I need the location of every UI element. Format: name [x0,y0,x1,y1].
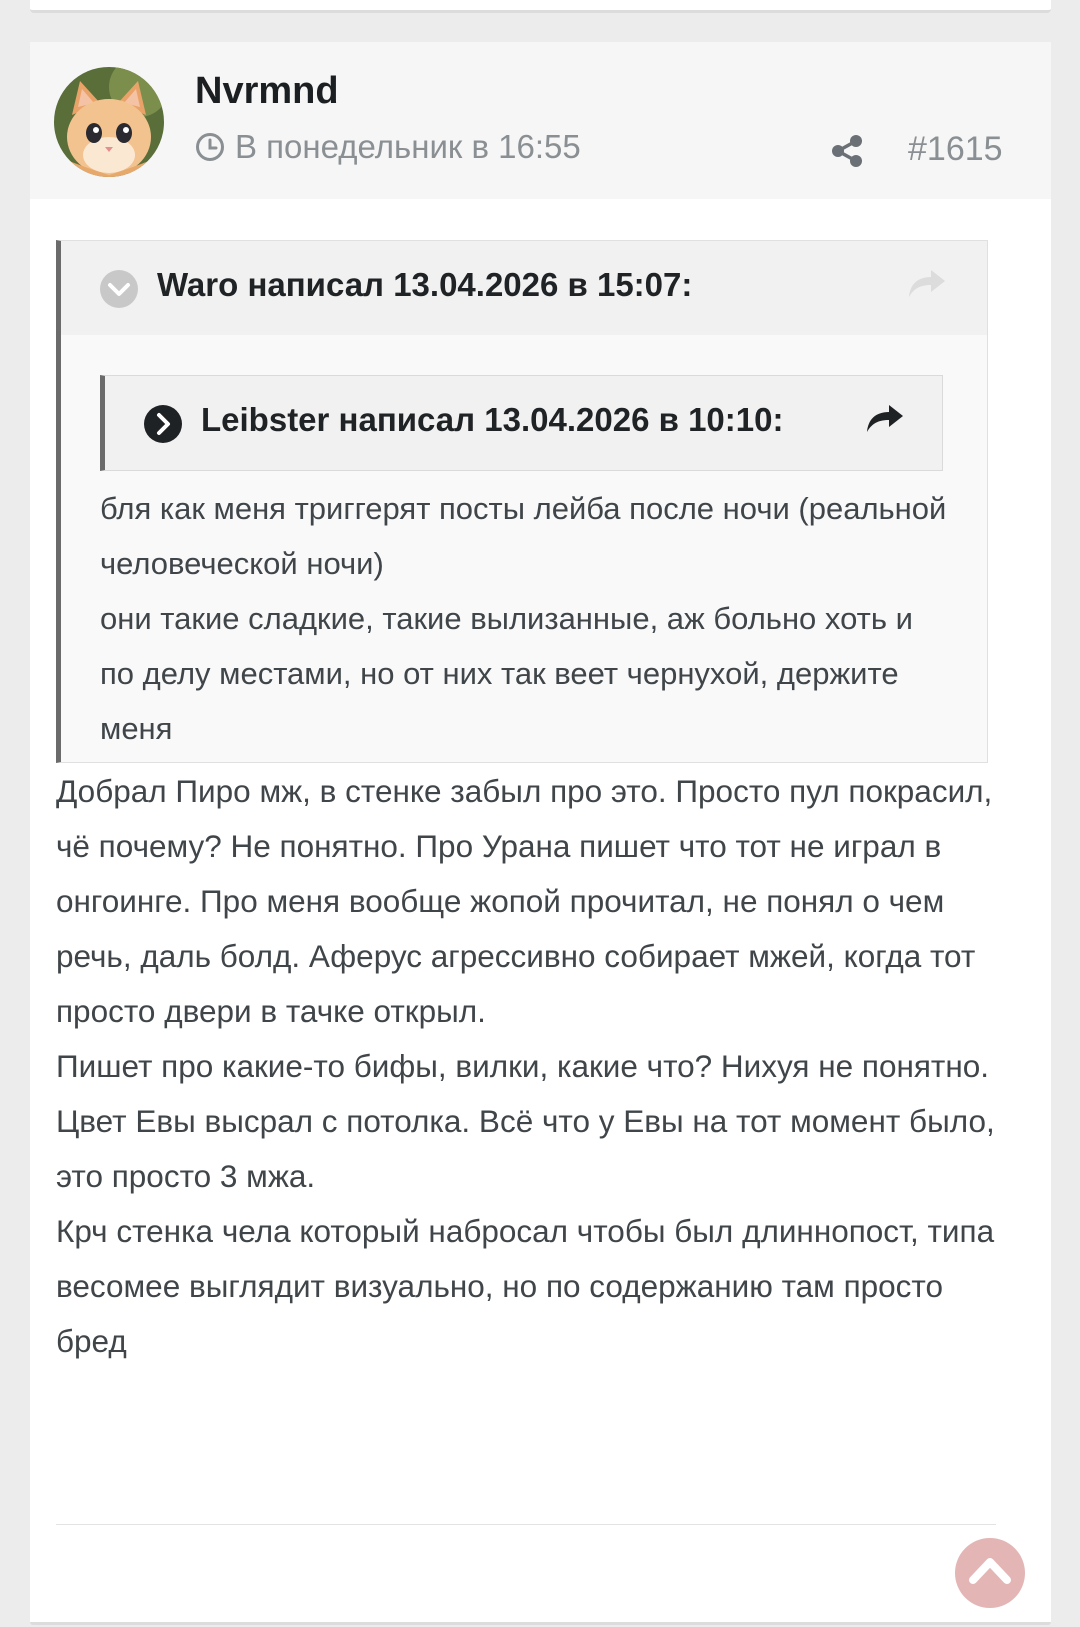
share-icon[interactable] [830,134,864,168]
previous-post-card [30,0,1051,13]
quote-block-outer: Waro написал 13.04.2026 в 15:07: Leibste… [56,240,988,763]
clock-icon [196,133,224,161]
post-body: Добрал Пиро мж, в стенке забыл про это. … [56,764,1016,1369]
chevron-right-circle-icon[interactable] [143,404,183,444]
chevron-down-circle-icon[interactable] [99,269,139,309]
quote-block-inner: Leibster написал 13.04.2026 в 10:10: [100,375,943,471]
body-paragraph: Цвет Евы высрал с потолка. Всё что у Евы… [56,1103,995,1194]
forum-post: Nvrmnd В понедельник в 16:55 #1615 Waro … [30,42,1051,1625]
reply-arrow-icon[interactable] [907,267,947,301]
post-number-link[interactable]: #1615 [908,130,1003,169]
author-name[interactable]: Nvrmnd [195,70,339,113]
body-paragraph: Пишет про какие-то бифы, вилки, какие чт… [56,1048,990,1084]
scroll-to-top-button[interactable] [955,1538,1025,1608]
reply-arrow-icon[interactable] [865,402,905,436]
quote-outer-title: Waro написал 13.04.2026 в 15:07: [157,266,693,303]
quote-text: бля как меня триггерят посты лейба после… [100,481,950,756]
chevron-up-icon [969,1558,1011,1584]
quote-paragraph: они такие сладкие, такие вылизанные, аж … [100,601,913,746]
body-paragraph: Добрал Пиро мж, в стенке забыл про это. … [56,773,993,1029]
timestamp-text: В понедельник в 16:55 [235,128,581,165]
avatar[interactable] [54,67,164,177]
post-header: Nvrmnd В понедельник в 16:55 #1615 [30,42,1051,199]
quote-inner-title: Leibster написал 13.04.2026 в 10:10: [201,401,784,438]
quote-outer-header: Waro написал 13.04.2026 в 15:07: [61,241,987,335]
quote-paragraph: бля как меня триггерят посты лейба после… [100,491,947,581]
post-timestamp: В понедельник в 16:55 [195,128,581,166]
post-divider [56,1524,996,1525]
body-paragraph: Крч стенка чела который набросал чтобы б… [56,1213,995,1359]
